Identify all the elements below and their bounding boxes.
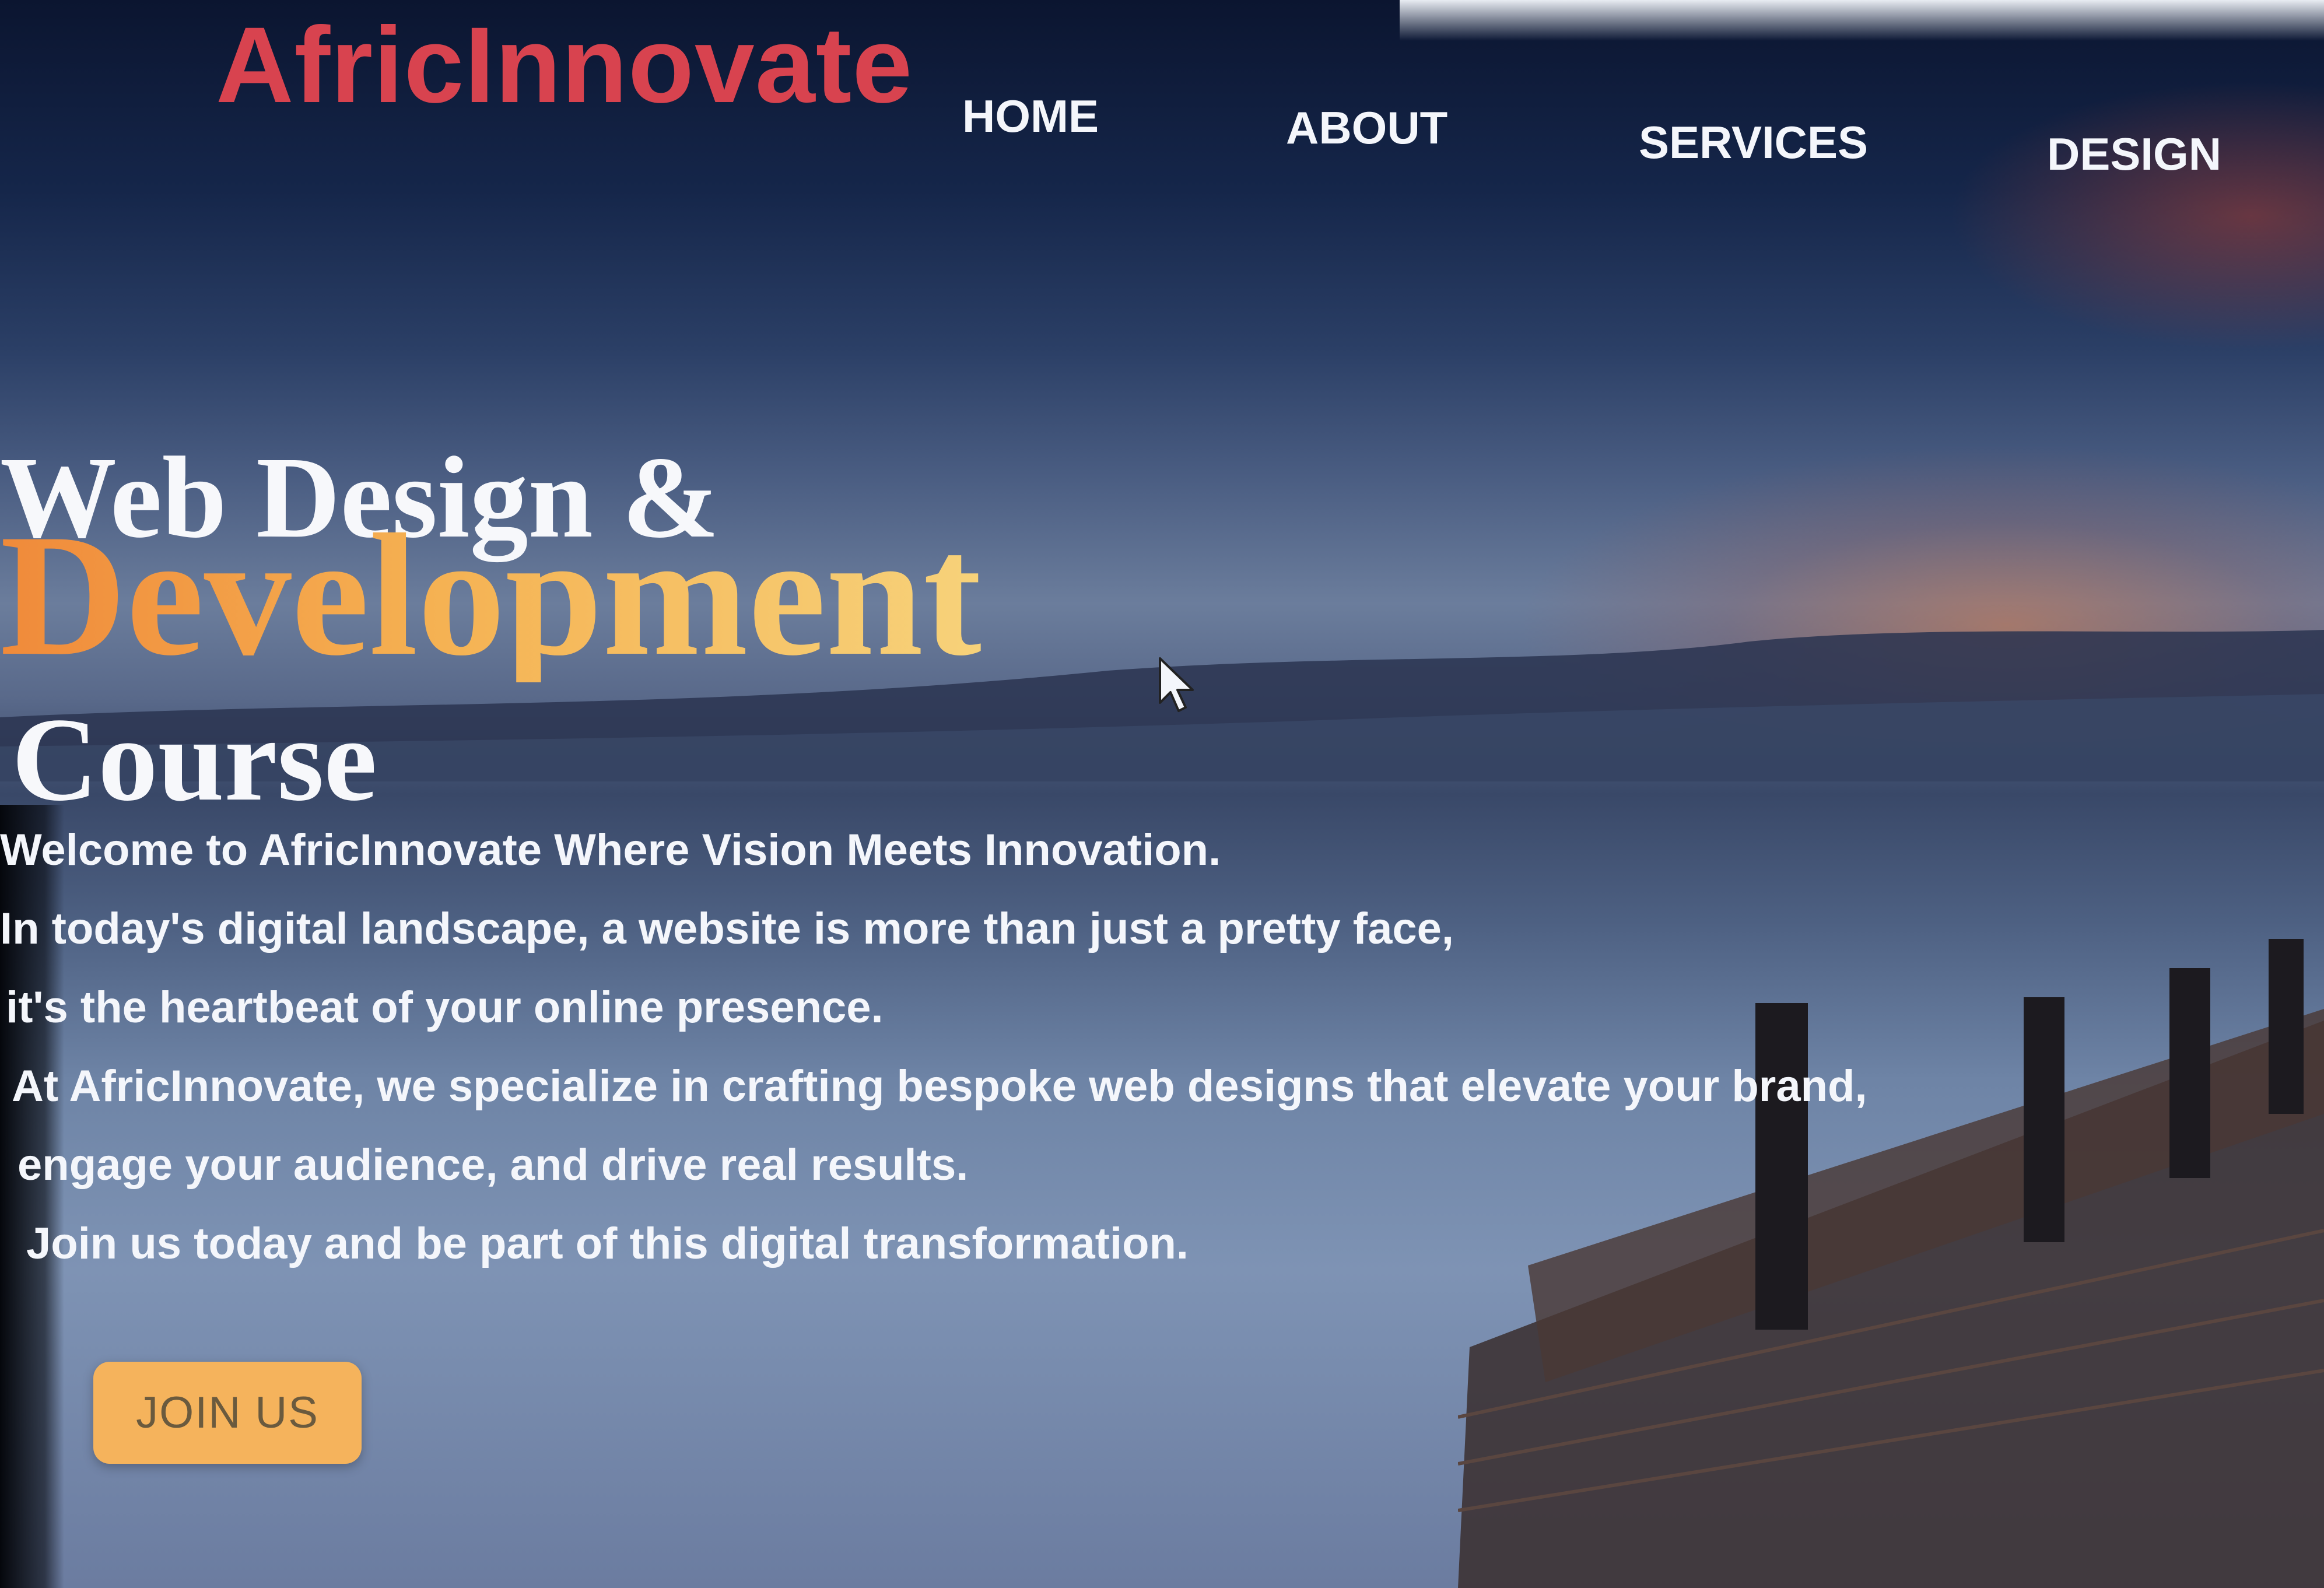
intro-line: Join us today and be part of this digita…	[26, 1219, 1189, 1268]
nav-home-link[interactable]: HOME	[962, 93, 1099, 139]
site-header: AfricInnovate HOME ABOUT SERVICES DESIGN	[0, 0, 2324, 192]
mouse-pointer-icon	[1159, 657, 1194, 712]
intro-line: Welcome to AfricInnovate Where Vision Me…	[0, 825, 1221, 875]
hero-title-line2: Development	[0, 498, 982, 692]
join-us-button[interactable]: JOIN US	[93, 1362, 362, 1464]
nav-design-link[interactable]: DESIGN	[2047, 131, 2221, 177]
browser-viewport: AfricInnovate HOME ABOUT SERVICES DESIGN…	[0, 0, 2324, 1588]
hero-title-line3: Course	[12, 693, 377, 826]
nav-services-link[interactable]: SERVICES	[1639, 120, 1868, 165]
site-logo[interactable]: AfricInnovate	[216, 12, 913, 120]
nav-about-link[interactable]: ABOUT	[1286, 105, 1447, 150]
intro-line: At AfricInnovate, we specialize in craft…	[12, 1061, 1867, 1111]
wooden-pier	[1458, 939, 2324, 1588]
intro-line: In today's digital landscape, a website …	[0, 904, 1454, 953]
intro-line: it's the heartbeat of your online presen…	[6, 983, 884, 1032]
intro-line: engage your audience, and drive real res…	[17, 1140, 969, 1190]
sunset-glow	[1516, 443, 2324, 746]
